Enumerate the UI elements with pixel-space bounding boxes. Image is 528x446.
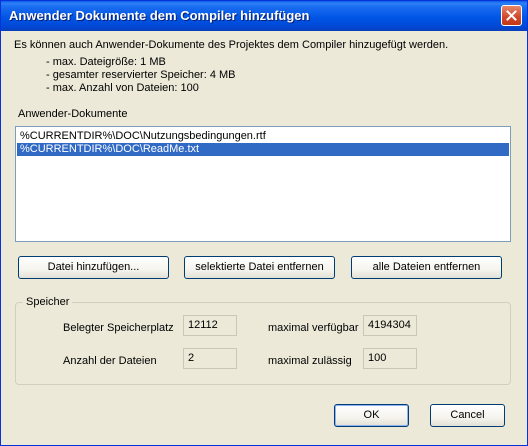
list-item-text: %CURRENTDIR%\DOC\Nutzungsbedingungen.rtf — [20, 130, 266, 142]
max-available-field: 4194304 — [363, 315, 417, 336]
used-memory-label: Belegter Speicherplatz — [63, 322, 174, 334]
intro-text: Es können auch Anwender-Dokumente des Pr… — [14, 39, 449, 51]
max-available-label: maximal verfügbar — [268, 322, 359, 334]
window-title: Anwender Dokumente dem Compiler hinzufüg… — [9, 8, 310, 23]
memory-groupbox — [15, 302, 511, 385]
limit-file-size: - max. Dateigröße: 1 MB — [46, 56, 166, 68]
documents-label: Anwender-Dokumente — [18, 108, 128, 120]
max-allowed-label: maximal zulässig — [268, 355, 352, 367]
list-item[interactable]: %CURRENTDIR%\DOC\Nutzungsbedingungen.rtf — [17, 130, 509, 143]
max-allowed-field: 100 — [363, 348, 417, 369]
cancel-button[interactable]: Cancel — [430, 404, 505, 427]
documents-listbox[interactable]: %CURRENTDIR%\DOC\Nutzungsbedingungen.rtf… — [15, 126, 511, 242]
title-bar[interactable]: Anwender Dokumente dem Compiler hinzufüg… — [1, 1, 527, 31]
list-item-selected[interactable]: %CURRENTDIR%\DOC\ReadMe.txt — [17, 143, 509, 156]
list-item-text: %CURRENTDIR%\DOC\ReadMe.txt — [20, 143, 200, 155]
limit-total-memory: - gesamter reservierter Speicher: 4 MB — [46, 69, 236, 81]
file-count-label: Anzahl der Dateien — [63, 355, 157, 367]
remove-selected-file-button[interactable]: selektierte Datei entfernen — [184, 256, 335, 279]
remove-all-files-button[interactable]: alle Dateien entfernen — [351, 256, 502, 279]
dialog-window: Anwender Dokumente dem Compiler hinzufüg… — [0, 0, 528, 446]
memory-legend: Speicher — [23, 296, 73, 308]
limit-file-count: - max. Anzahl von Dateien: 100 — [46, 82, 199, 94]
close-icon — [506, 10, 517, 21]
close-button[interactable] — [501, 5, 522, 26]
add-file-button[interactable]: Datei hinzufügen... — [18, 256, 169, 279]
file-count-field: 2 — [183, 348, 237, 369]
ok-button[interactable]: OK — [334, 404, 409, 427]
used-memory-field: 12112 — [183, 315, 237, 336]
